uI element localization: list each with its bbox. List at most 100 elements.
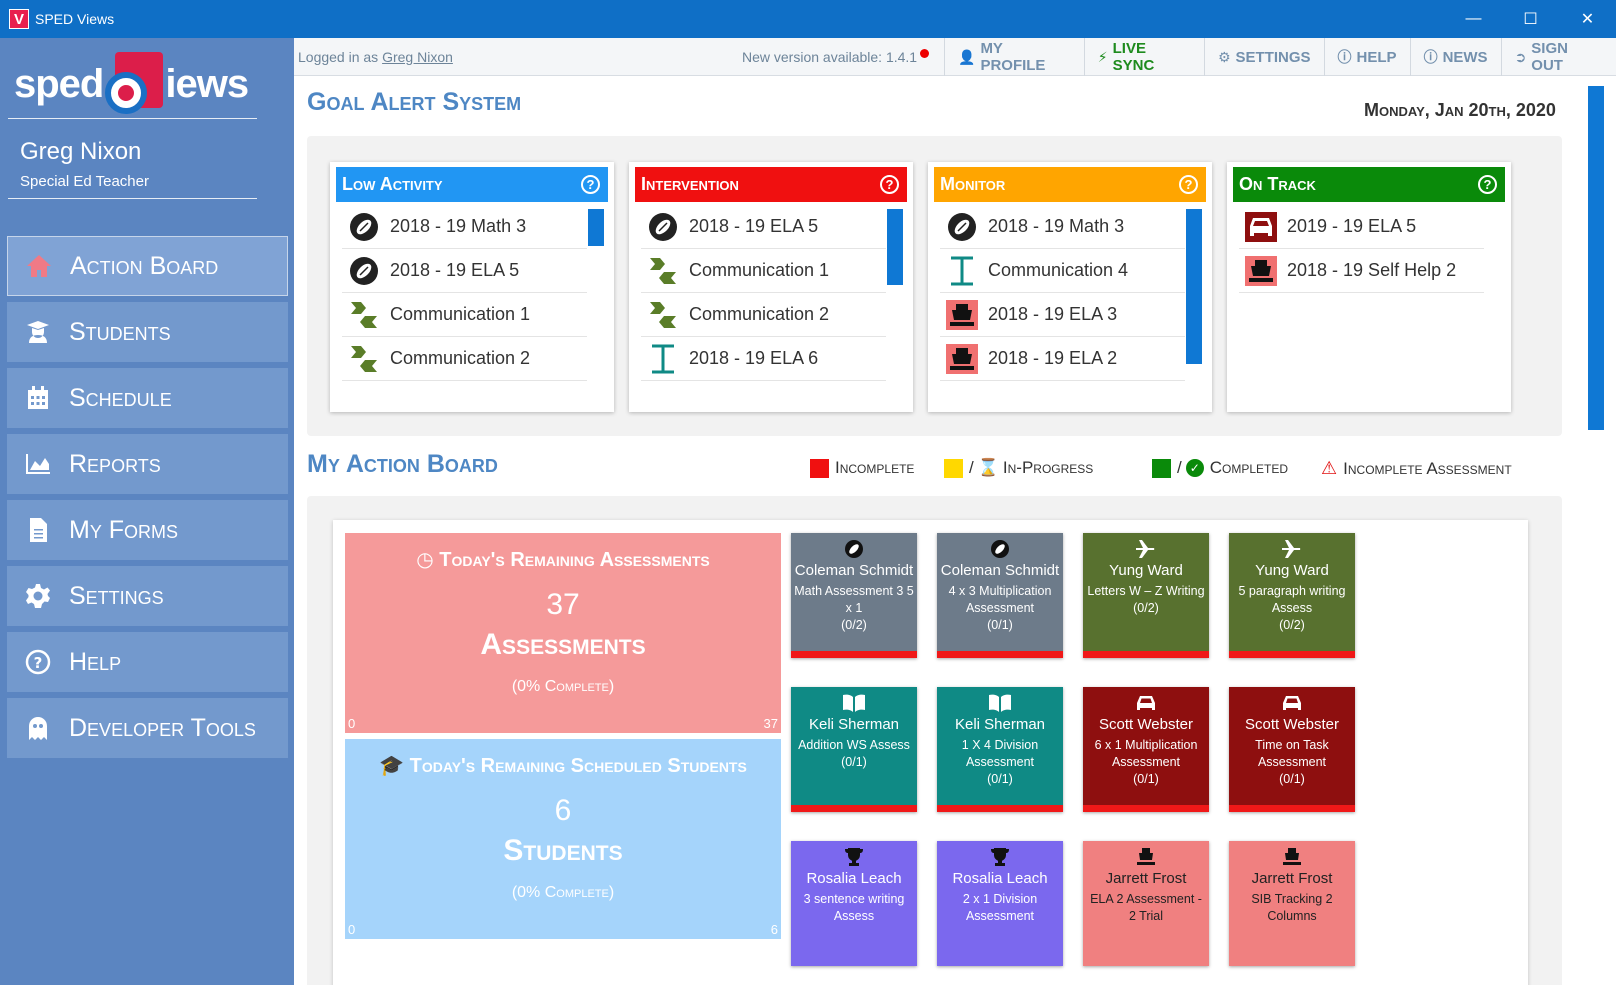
nav-item-developer-tools[interactable]: Developer Tools <box>7 698 288 758</box>
student-name: Yung Ward <box>1109 562 1183 579</box>
students-percent: (0% Complete) <box>511 884 615 901</box>
list-item[interactable]: 2019 - 19 ELA 5 <box>1239 205 1484 249</box>
assessment-tile[interactable]: Scott Webster Time on Task Assessment (0… <box>1229 687 1355 812</box>
assessment-tile[interactable]: Keli Sherman 1 X 4 Division Assessment (… <box>937 687 1063 812</box>
settings-button[interactable]: ⚙ SETTINGS <box>1203 38 1324 76</box>
list-item[interactable]: Communication 2 <box>641 293 886 337</box>
book-icon <box>791 687 917 713</box>
logged-in-label: Logged in as <box>298 49 379 65</box>
close-button[interactable]: ✕ <box>1559 0 1616 38</box>
red-swatch-icon <box>810 458 829 478</box>
nav-item-action-board[interactable]: Action Board <box>7 236 288 296</box>
minimize-button[interactable]: — <box>1445 0 1502 38</box>
beam-icon <box>647 343 679 375</box>
assessment-tile[interactable]: Coleman Schmidt 4 x 3 Multiplication Ass… <box>937 533 1063 658</box>
help-button[interactable]: ⓘ HELP <box>1323 38 1410 76</box>
remaining-assessments-card[interactable]: ◷ Today's Remaining Assessments 37 Asses… <box>345 533 781 733</box>
nav-item-my-forms[interactable]: My Forms <box>7 500 288 560</box>
goal-alert-panel: Low Activity? 2018 - 19 Math 3 2018 - 19… <box>307 136 1562 436</box>
student-name: Coleman Schmidt <box>940 562 1060 579</box>
list-item[interactable]: 2018 - 19 ELA 6 <box>641 337 886 381</box>
list-item-label: Communication 1 <box>390 304 531 324</box>
student-name: Coleman Schmidt <box>794 562 914 579</box>
remaining-students-card[interactable]: 🎓 Today's Remaining Scheduled Students 6… <box>345 739 781 939</box>
assessment-tile[interactable]: Jarrett Frost SIB Tracking 2 Columns <box>1229 841 1355 966</box>
assessment-name: Letters W – Z Writing <box>1087 584 1205 598</box>
assessments-percent: (0% Complete) <box>511 678 615 695</box>
card-header: Intervention? <box>635 167 907 202</box>
list-item[interactable]: 2018 - 19 Self Help 2 <box>1239 249 1484 293</box>
divider <box>8 118 257 119</box>
list-scrollbar[interactable] <box>1186 209 1202 364</box>
nav-item-help[interactable]: ? Help <box>7 632 288 692</box>
card-list[interactable]: 2018 - 19 ELA 5 Communication 1 Communic… <box>641 205 886 405</box>
header-bar: Logged in as Greg Nixon New version avai… <box>294 38 1616 76</box>
assessment-tile[interactable]: Yung Ward 5 paragraph writing Assess (0/… <box>1229 533 1355 658</box>
football-icon <box>348 211 380 243</box>
list-item[interactable]: 2018 - 19 Math 3 <box>940 205 1185 249</box>
sidebar: sped iews Greg Nixon Special Ed Teacher … <box>0 38 294 985</box>
list-scrollbar[interactable] <box>588 209 604 246</box>
assessment-count: (0/1) <box>987 772 1013 786</box>
new-version-text[interactable]: New version available: 1.4.1 <box>742 49 917 65</box>
maximize-button[interactable]: ☐ <box>1502 0 1559 38</box>
student-name: Keli Sherman <box>954 716 1046 733</box>
help-icon[interactable]: ? <box>880 175 899 194</box>
card-title: On Track <box>1239 174 1316 194</box>
assessment-name: SIB Tracking 2 Columns <box>1251 892 1333 923</box>
list-item[interactable]: Communication 1 <box>342 293 587 337</box>
list-item[interactable]: 2018 - 19 ELA 3 <box>940 293 1185 337</box>
status-bar <box>937 805 1063 812</box>
help-icon[interactable]: ? <box>581 175 600 194</box>
on-track-card: On Track? 2019 - 19 ELA 5 2018 - 19 Self… <box>1227 162 1511 412</box>
button-label: LIVE SYNC <box>1112 40 1155 74</box>
assessment-tile[interactable]: Keli Sherman Addition WS Assess (0/1) <box>791 687 917 812</box>
assessment-tile[interactable]: Jarrett Frost ELA 2 Assessment - 2 Trial <box>1083 841 1209 966</box>
list-item[interactable]: Communication 1 <box>641 249 886 293</box>
student-name: Rosalia Leach <box>952 870 1048 887</box>
student-name: Jarrett Frost <box>1105 870 1187 887</box>
help-icon: ? <box>23 648 53 676</box>
scrollbar-thumb[interactable] <box>1588 86 1604 430</box>
list-item[interactable]: 2018 - 19 ELA 5 <box>641 205 886 249</box>
help-icon[interactable]: ? <box>1179 175 1198 194</box>
list-item[interactable]: 2018 - 19 ELA 2 <box>940 337 1185 381</box>
legend-incomplete-assessment: ⚠ Incomplete Assessment <box>1321 458 1512 479</box>
logged-in-user-link[interactable]: Greg Nixon <box>382 49 453 65</box>
list-item-label: 2018 - 19 Math 3 <box>390 216 527 236</box>
assessment-tile[interactable]: Yung Ward Letters W – Z Writing (0/2) <box>1083 533 1209 658</box>
nav-item-settings[interactable]: Settings <box>7 566 288 626</box>
list-item[interactable]: Communication 4 <box>940 249 1185 293</box>
assessment-name: ELA 2 Assessment - 2 Trial <box>1090 892 1202 923</box>
sign-out-button[interactable]: ➲ SIGN OUT <box>1500 38 1616 76</box>
nav-item-schedule[interactable]: Schedule <box>7 368 288 428</box>
notification-dot-icon <box>920 49 930 58</box>
nav-item-students[interactable]: Students <box>7 302 288 362</box>
status-bar <box>791 805 917 812</box>
card-title: Intervention <box>641 174 739 194</box>
list-item[interactable]: 2018 - 19 ELA 5 <box>342 249 587 293</box>
list-item-label: 2018 - 19 Self Help 2 <box>1287 260 1457 280</box>
list-scrollbar[interactable] <box>887 209 903 285</box>
list-item[interactable]: Communication 2 <box>342 337 587 381</box>
list-item[interactable]: 2018 - 19 Math 3 <box>342 205 587 249</box>
intervention-card: Intervention? 2018 - 19 ELA 5 Communicat… <box>629 162 913 412</box>
live-sync-button[interactable]: ⚡ LIVE SYNC <box>1083 38 1204 76</box>
assessment-tile[interactable]: Rosalia Leach 2 x 1 Division Assessment <box>937 841 1063 966</box>
nav-item-reports[interactable]: Reports <box>7 434 288 494</box>
new-version-notice[interactable]: New version available: 1.4.1 <box>742 49 930 65</box>
slash: / <box>1177 458 1182 477</box>
assessment-tile[interactable]: Rosalia Leach 3 sentence writing Assess <box>791 841 917 966</box>
assessment-tile[interactable]: Scott Webster 6 x 1 Multiplication Asses… <box>1083 687 1209 812</box>
monitor-card: Monitor? 2018 - 19 Math 3 Communication … <box>928 162 1212 412</box>
assessment-tile[interactable]: Coleman Schmidt Math Assessment 3 5 x 1 … <box>791 533 917 658</box>
card-list[interactable]: 2018 - 19 Math 3 2018 - 19 ELA 5 Communi… <box>342 205 587 405</box>
trophy-icon <box>791 841 917 867</box>
card-list[interactable]: 2018 - 19 Math 3 Communication 4 2018 - … <box>940 205 1185 405</box>
app-logo-icon: V <box>9 9 29 29</box>
my-profile-button[interactable]: 👤 MY PROFILE <box>944 38 1084 76</box>
target-check-icon <box>105 52 164 116</box>
help-icon[interactable]: ? <box>1478 175 1497 194</box>
card-list[interactable]: 2019 - 19 ELA 5 2018 - 19 Self Help 2 <box>1239 205 1484 405</box>
news-button[interactable]: ⓘ NEWS <box>1409 38 1501 76</box>
